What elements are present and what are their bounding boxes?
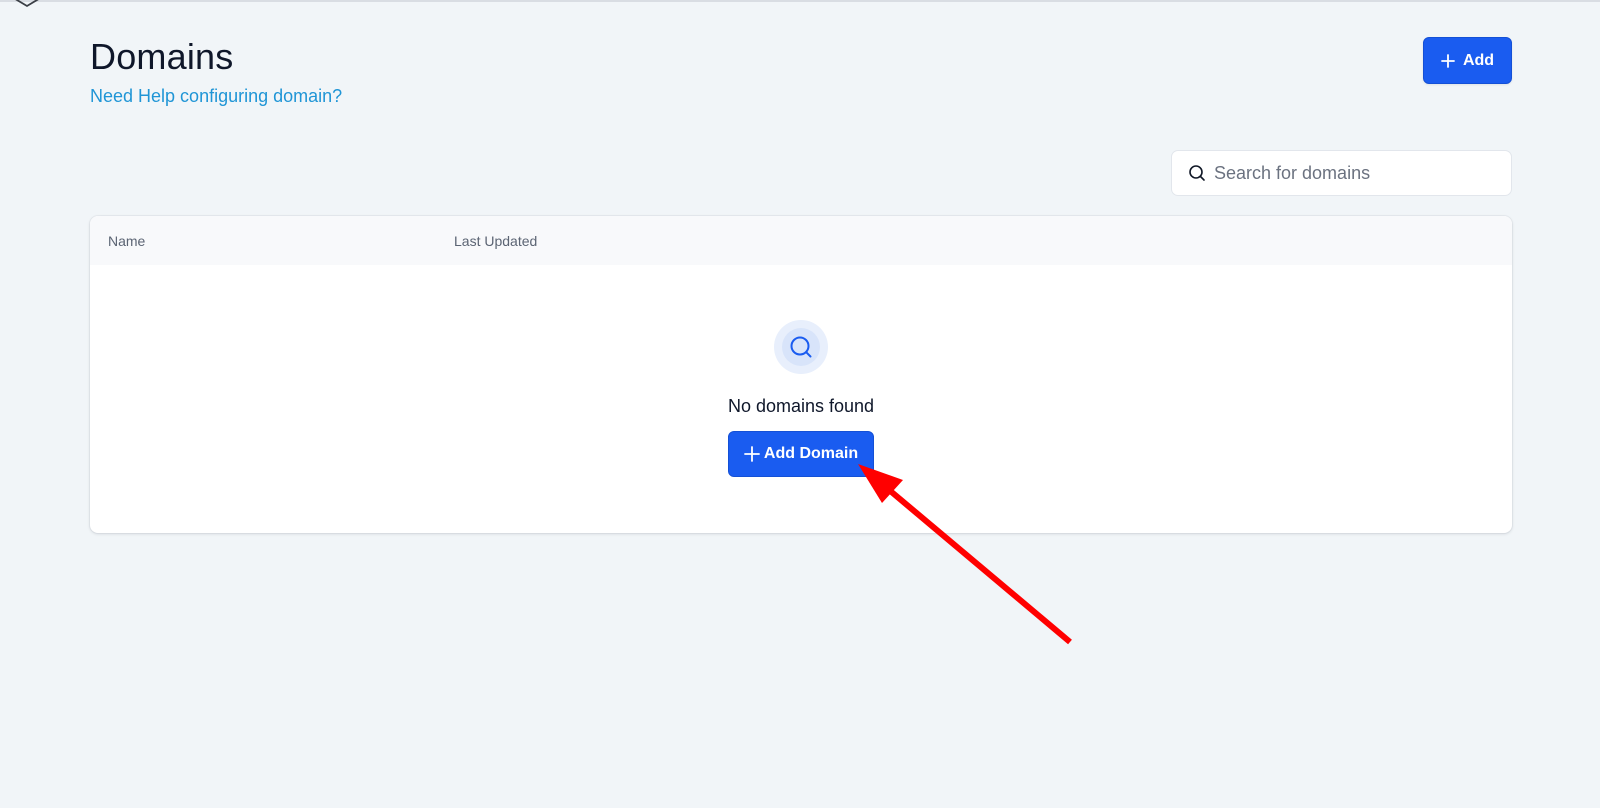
column-header-name[interactable]: Name [108,233,145,249]
search-box[interactable] [1171,150,1512,196]
search-input[interactable] [1212,161,1506,185]
plus-icon [743,446,760,462]
column-header-last-updated[interactable]: Last Updated [454,233,537,249]
search-icon [1189,165,1205,181]
add-button-label: Add [1462,51,1495,69]
top-border [0,0,1600,2]
add-button[interactable]: Add [1423,37,1512,84]
empty-state-icon-inner [782,328,820,366]
logo-icon [15,0,39,8]
empty-state: No domains found Add Domain [90,265,1512,533]
table-header: Name Last Updated [90,216,1512,265]
domains-table: Name Last Updated No domains found Add D… [90,216,1512,533]
help-link[interactable]: Need Help configuring domain? [90,86,342,107]
add-domain-button-label: Add Domain [763,445,859,462]
empty-state-message: No domains found [727,396,875,416]
search-icon [790,336,812,358]
plus-icon [1441,53,1455,68]
empty-state-icon-wrapper [774,320,828,374]
add-domain-button[interactable]: Add Domain [728,431,874,477]
page-title: Domains [90,36,234,77]
